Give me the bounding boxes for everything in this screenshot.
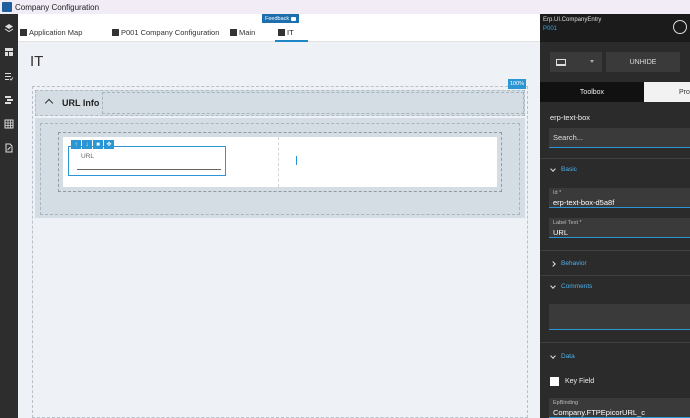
section-label: Basic <box>561 166 577 173</box>
feedback-button[interactable]: Feedback <box>262 14 300 23</box>
left-sidebar <box>0 14 18 418</box>
tab-label: P001 Company Configuration <box>121 27 220 37</box>
tab-application-map[interactable]: Application Map <box>20 25 82 39</box>
panel-header[interactable]: URL Info <box>35 90 525 116</box>
component-name: erp-text-box <box>550 113 591 122</box>
tab-main[interactable]: Main <box>230 25 255 39</box>
feedback-label: Feedback <box>265 15 290 22</box>
key-field-checkbox[interactable] <box>550 377 559 386</box>
company-code: P001 <box>543 26 558 32</box>
device-select[interactable] <box>550 52 602 72</box>
map-icon <box>20 28 27 36</box>
divider <box>540 275 690 276</box>
tab-bar: Feedback Application Map P001 Company Co… <box>18 14 540 42</box>
app-window: Company Configuration Feedback Applicati… <box>0 0 690 418</box>
section-label: Comments <box>561 283 593 290</box>
url-text-box[interactable]: URL <box>68 146 226 176</box>
section-basic[interactable]: Basic <box>550 165 577 173</box>
chat-icon <box>291 16 297 21</box>
divider <box>540 250 690 251</box>
panel-body: URL ↑ ↓ ■ ✥ <box>35 118 525 218</box>
help-icon[interactable] <box>673 20 687 34</box>
tab-label: IT <box>287 27 294 37</box>
delete-icon[interactable]: ■ <box>93 140 103 149</box>
element-toolbar: ↑ ↓ ■ ✥ <box>71 140 114 149</box>
epbinding-label: EpBinding <box>553 400 579 406</box>
title-bar: Company Configuration <box>0 0 690 14</box>
divider <box>540 158 690 159</box>
chevron-down-icon <box>550 282 556 289</box>
entry-name: Erp.UI.CompanyEntry <box>543 17 602 23</box>
epbinding-value: Company.FTPEpicorURL_c <box>553 408 645 417</box>
page-title: IT <box>30 53 44 70</box>
tab-label: Main <box>239 27 256 37</box>
label-text-field[interactable]: Label Text * URL <box>549 218 690 238</box>
data-flow-icon[interactable] <box>0 90 18 110</box>
text-cursor <box>296 156 297 165</box>
comments-textarea[interactable] <box>549 304 690 330</box>
section-label: Data <box>561 353 575 360</box>
section-label: Behavior <box>561 260 587 267</box>
url-field-label: URL <box>81 153 95 160</box>
panel-header-drop-zone[interactable] <box>102 92 524 114</box>
panel-title: URL Info <box>62 98 100 108</box>
tab-toolbox[interactable]: Toolbox <box>540 82 644 102</box>
grid-table-icon[interactable] <box>0 114 18 134</box>
chevron-down-icon <box>550 165 556 172</box>
drag-handle-icon[interactable]: ✥ <box>104 140 114 149</box>
chevron-down-icon <box>550 352 556 359</box>
chevron-right-icon <box>550 260 556 267</box>
id-value: erp-text-box-d5a8f <box>553 198 615 207</box>
zoom-badge: 100% <box>508 79 527 89</box>
epbinding-field[interactable]: EpBinding Company.FTPEpicorURL_c <box>549 398 690 418</box>
section-behavior[interactable]: Behavior <box>550 260 587 267</box>
key-field-label: Key Field <box>565 378 595 385</box>
id-field[interactable]: Id * erp-text-box-d5a8f <box>549 188 690 208</box>
column-divider <box>278 137 279 187</box>
tab-company-configuration[interactable]: P001 Company Configuration <box>112 25 219 39</box>
grid-icon <box>112 28 119 36</box>
search-input[interactable]: Search... <box>549 128 690 148</box>
panel-header: Erp.UI.CompanyEntry P001 <box>540 14 690 42</box>
label-text-label: Label Text * <box>553 220 582 226</box>
window-title: Company Configuration <box>15 2 100 12</box>
move-down-icon[interactable]: ↓ <box>82 140 92 149</box>
label-text-value: URL <box>553 228 569 237</box>
properties-panel: Erp.UI.CompanyEntry P001 UNHIDE Toolbox … <box>540 14 690 418</box>
key-field-checkbox-row[interactable]: Key Field <box>550 377 594 386</box>
document-edit-icon[interactable] <box>0 138 18 158</box>
tab-label: Application Map <box>29 27 83 37</box>
section-data[interactable]: Data <box>550 352 575 360</box>
tab-it[interactable]: IT <box>278 25 294 39</box>
grid-icon <box>230 28 237 36</box>
chevron-up-icon[interactable] <box>44 98 54 108</box>
layout-icon[interactable] <box>0 42 18 62</box>
grid-icon <box>278 28 285 36</box>
divider <box>540 342 690 343</box>
move-up-icon[interactable]: ↑ <box>71 140 81 149</box>
laptop-icon <box>556 58 566 66</box>
design-canvas: IT 100% URL Info URL ↑ ↓ ■ ✥ <box>18 42 540 418</box>
url-field-underline <box>77 169 221 170</box>
tab-properties[interactable]: Pro <box>644 82 690 102</box>
app-icon <box>2 2 12 12</box>
section-comments[interactable]: Comments <box>550 282 593 290</box>
checklist-icon[interactable] <box>0 66 18 86</box>
unhide-button[interactable]: UNHIDE <box>606 52 680 72</box>
id-label: Id * <box>553 190 562 196</box>
layers-icon[interactable] <box>0 18 18 38</box>
chevron-down-icon <box>590 60 594 63</box>
panel-tabs: Toolbox Pro <box>540 82 690 102</box>
